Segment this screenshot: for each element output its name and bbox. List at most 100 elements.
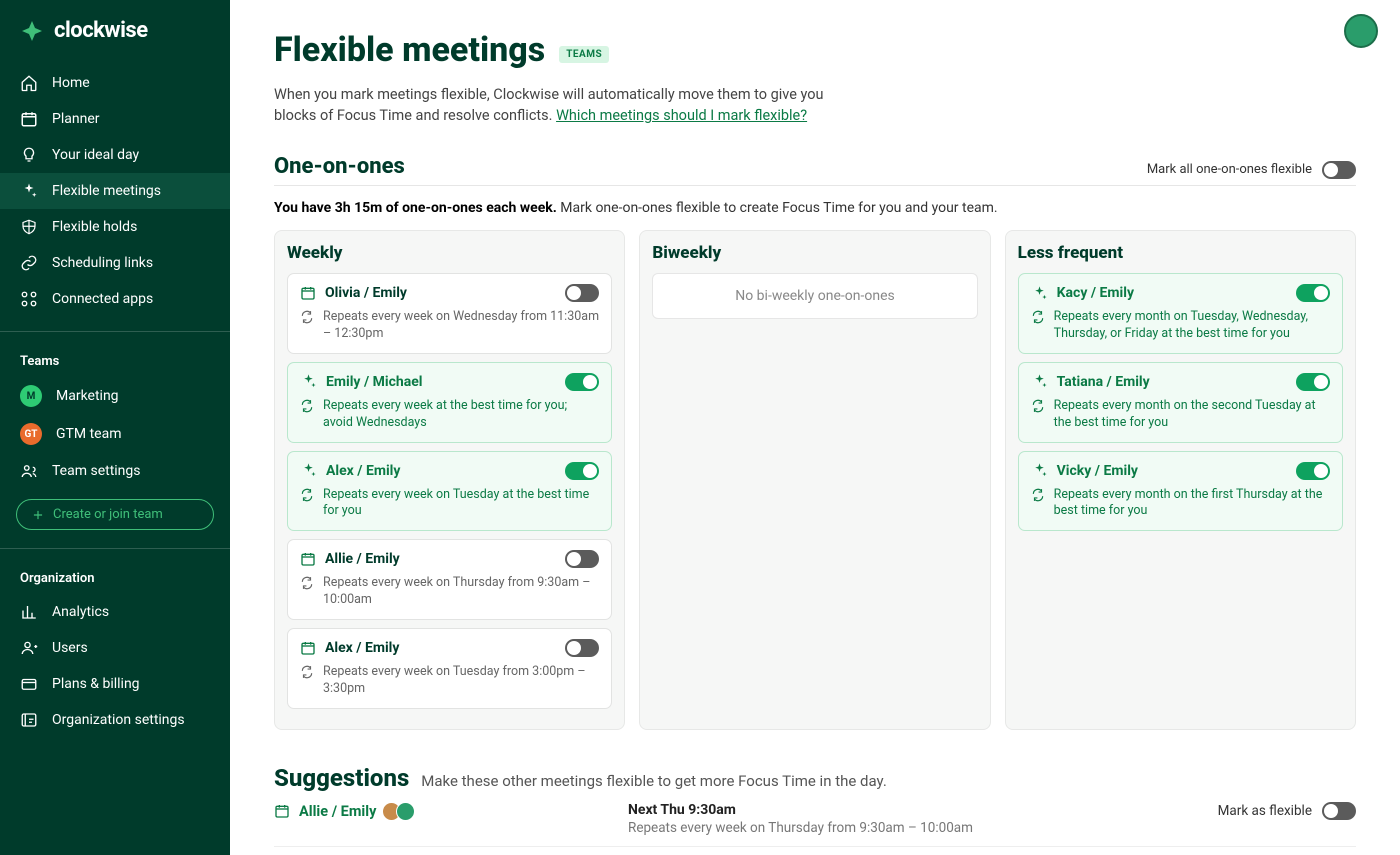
home-icon <box>20 74 38 92</box>
mark-all-flexible: Mark all one-on-ones flexible <box>1147 161 1356 179</box>
team-badge: M <box>20 385 42 407</box>
nav-flexible-holds[interactable]: Flexible holds <box>0 209 230 245</box>
calendar-icon <box>300 640 316 656</box>
apps-icon <box>20 290 38 308</box>
create-team-button[interactable]: Create or join team <box>16 499 214 530</box>
mark-flexible-label: Mark as flexible <box>1218 803 1312 819</box>
logo[interactable]: clockwise <box>0 0 230 59</box>
nav-home[interactable]: Home <box>0 65 230 101</box>
nav-label: Flexible holds <box>52 219 137 235</box>
meeting-card[interactable]: Alex / Emily Repeats every week on Tuesd… <box>287 451 612 532</box>
calendar-icon <box>274 803 290 819</box>
section-title: One-on-ones <box>274 154 405 179</box>
suggestion-title: Allie / Emily <box>299 803 376 820</box>
meeting-card[interactable]: Tatiana / Emily Repeats every month on t… <box>1018 362 1343 443</box>
meeting-schedule: Repeats every week on Wednesday from 11:… <box>323 309 599 343</box>
meeting-schedule: Repeats every week on Tuesday from 3:00p… <box>323 664 599 698</box>
meeting-schedule: Repeats every month on Tuesday, Wednesda… <box>1054 309 1330 343</box>
team-gtm[interactable]: GTGTM team <box>0 415 230 453</box>
suggestion-schedule: Repeats every week on Thursday from 9:30… <box>628 820 1204 836</box>
suggestion-time: Next Thu 9:30am <box>628 802 1204 818</box>
suggestion-row: Alex / Emily Feb 21 Tue 3pmRepeats every… <box>274 847 1356 855</box>
meeting-title: Alex / Emily <box>325 640 399 656</box>
meeting-toggle[interactable] <box>565 462 599 480</box>
settings-icon <box>20 711 38 729</box>
main-content: Flexible meetingsTEAMS When you mark mee… <box>230 0 1400 855</box>
meeting-toggle[interactable] <box>1296 373 1330 391</box>
column-title: Less frequent <box>1018 243 1343 263</box>
repeat-icon <box>300 576 314 590</box>
meeting-schedule: Repeats every week on Tuesday at the bes… <box>323 487 599 521</box>
meeting-toggle[interactable] <box>1296 284 1330 302</box>
nav-planner[interactable]: Planner <box>0 101 230 137</box>
nav-users[interactable]: Users <box>0 630 230 666</box>
suggestions-list: Allie / Emily Next Thu 9:30am Repeats eve… <box>274 792 1356 855</box>
card-icon <box>20 675 38 693</box>
biweekly-empty: No bi-weekly one-on-ones <box>652 273 977 319</box>
team-marketing[interactable]: MMarketing <box>0 377 230 415</box>
repeat-icon <box>300 399 314 413</box>
suggestion-meeting[interactable]: Allie / Emily <box>274 802 614 821</box>
users-icon <box>20 639 38 657</box>
meeting-card[interactable]: Emily / Michael Repeats every week at th… <box>287 362 612 443</box>
teams-badge: TEAMS <box>559 46 609 63</box>
nav-connected-apps[interactable]: Connected apps <box>0 281 230 317</box>
meeting-title: Emily / Michael <box>326 374 422 390</box>
nav-org-settings[interactable]: Organization settings <box>0 702 230 738</box>
nav-label: Users <box>52 640 88 656</box>
team-label: GTM team <box>56 426 121 442</box>
meeting-toggle[interactable] <box>565 284 599 302</box>
org-heading: Organization <box>0 557 230 594</box>
meeting-toggle[interactable] <box>565 639 599 657</box>
bulb-icon <box>20 146 38 164</box>
nav-label: Plans & billing <box>52 676 140 692</box>
divider <box>0 548 230 549</box>
suggestion-row: Allie / Emily Next Thu 9:30am Repeats eve… <box>274 792 1356 847</box>
meeting-toggle[interactable] <box>565 373 599 391</box>
repeat-icon <box>300 665 314 679</box>
repeat-icon <box>300 310 314 324</box>
teams-heading: Teams <box>0 340 230 377</box>
calendar-icon <box>300 551 316 567</box>
biweekly-column: Biweekly No bi-weekly one-on-ones <box>639 230 990 730</box>
user-avatar[interactable] <box>1344 14 1378 48</box>
nav-ideal-day[interactable]: Your ideal day <box>0 137 230 173</box>
meeting-title: Alex / Emily <box>326 463 400 479</box>
nav-analytics[interactable]: Analytics <box>0 594 230 630</box>
sparkle-icon <box>1031 285 1048 302</box>
meeting-title: Tatiana / Emily <box>1057 374 1150 390</box>
one-on-ones-summary: You have 3h 15m of one-on-ones each week… <box>274 200 1356 216</box>
meeting-title: Kacy / Emily <box>1057 285 1134 301</box>
repeat-icon <box>1031 310 1045 324</box>
repeat-icon <box>300 488 314 502</box>
nav-team-settings[interactable]: Team settings <box>0 453 230 489</box>
sparkle-icon <box>1031 373 1048 390</box>
meeting-card[interactable]: Kacy / Emily Repeats every month on Tues… <box>1018 273 1343 354</box>
calendar-icon <box>20 110 38 128</box>
column-title: Weekly <box>287 243 612 263</box>
calendar-icon <box>300 285 316 301</box>
nav-label: Connected apps <box>52 291 153 307</box>
nav-flexible-meetings[interactable]: Flexible meetings <box>0 173 230 209</box>
suggestion-toggle[interactable] <box>1322 802 1356 820</box>
clockwise-logo-icon <box>20 19 44 43</box>
page-title: Flexible meetingsTEAMS <box>274 30 1356 70</box>
sparkle-icon <box>300 373 317 390</box>
meeting-toggle[interactable] <box>565 550 599 568</box>
meeting-schedule: Repeats every week at the best time for … <box>323 398 599 432</box>
nav-label: Scheduling links <box>52 255 153 271</box>
meeting-schedule: Repeats every month on the second Tuesda… <box>1054 398 1330 432</box>
less-frequent-column: Less frequent Kacy / Emily Repeats every… <box>1005 230 1356 730</box>
meeting-card[interactable]: Alex / Emily Repeats every week on Tuesd… <box>287 628 612 709</box>
meeting-card[interactable]: Allie / Emily Repeats every week on Thur… <box>287 539 612 620</box>
meeting-card[interactable]: Olivia / Emily Repeats every week on Wed… <box>287 273 612 354</box>
brand-name: clockwise <box>54 18 148 43</box>
mark-all-toggle[interactable] <box>1322 161 1356 179</box>
meeting-toggle[interactable] <box>1296 462 1330 480</box>
shield-icon <box>20 218 38 236</box>
nav-billing[interactable]: Plans & billing <box>0 666 230 702</box>
repeat-icon <box>1031 488 1045 502</box>
meeting-card[interactable]: Vicky / Emily Repeats every month on the… <box>1018 451 1343 532</box>
nav-scheduling-links[interactable]: Scheduling links <box>0 245 230 281</box>
help-link[interactable]: Which meetings should I mark flexible? <box>556 107 807 124</box>
